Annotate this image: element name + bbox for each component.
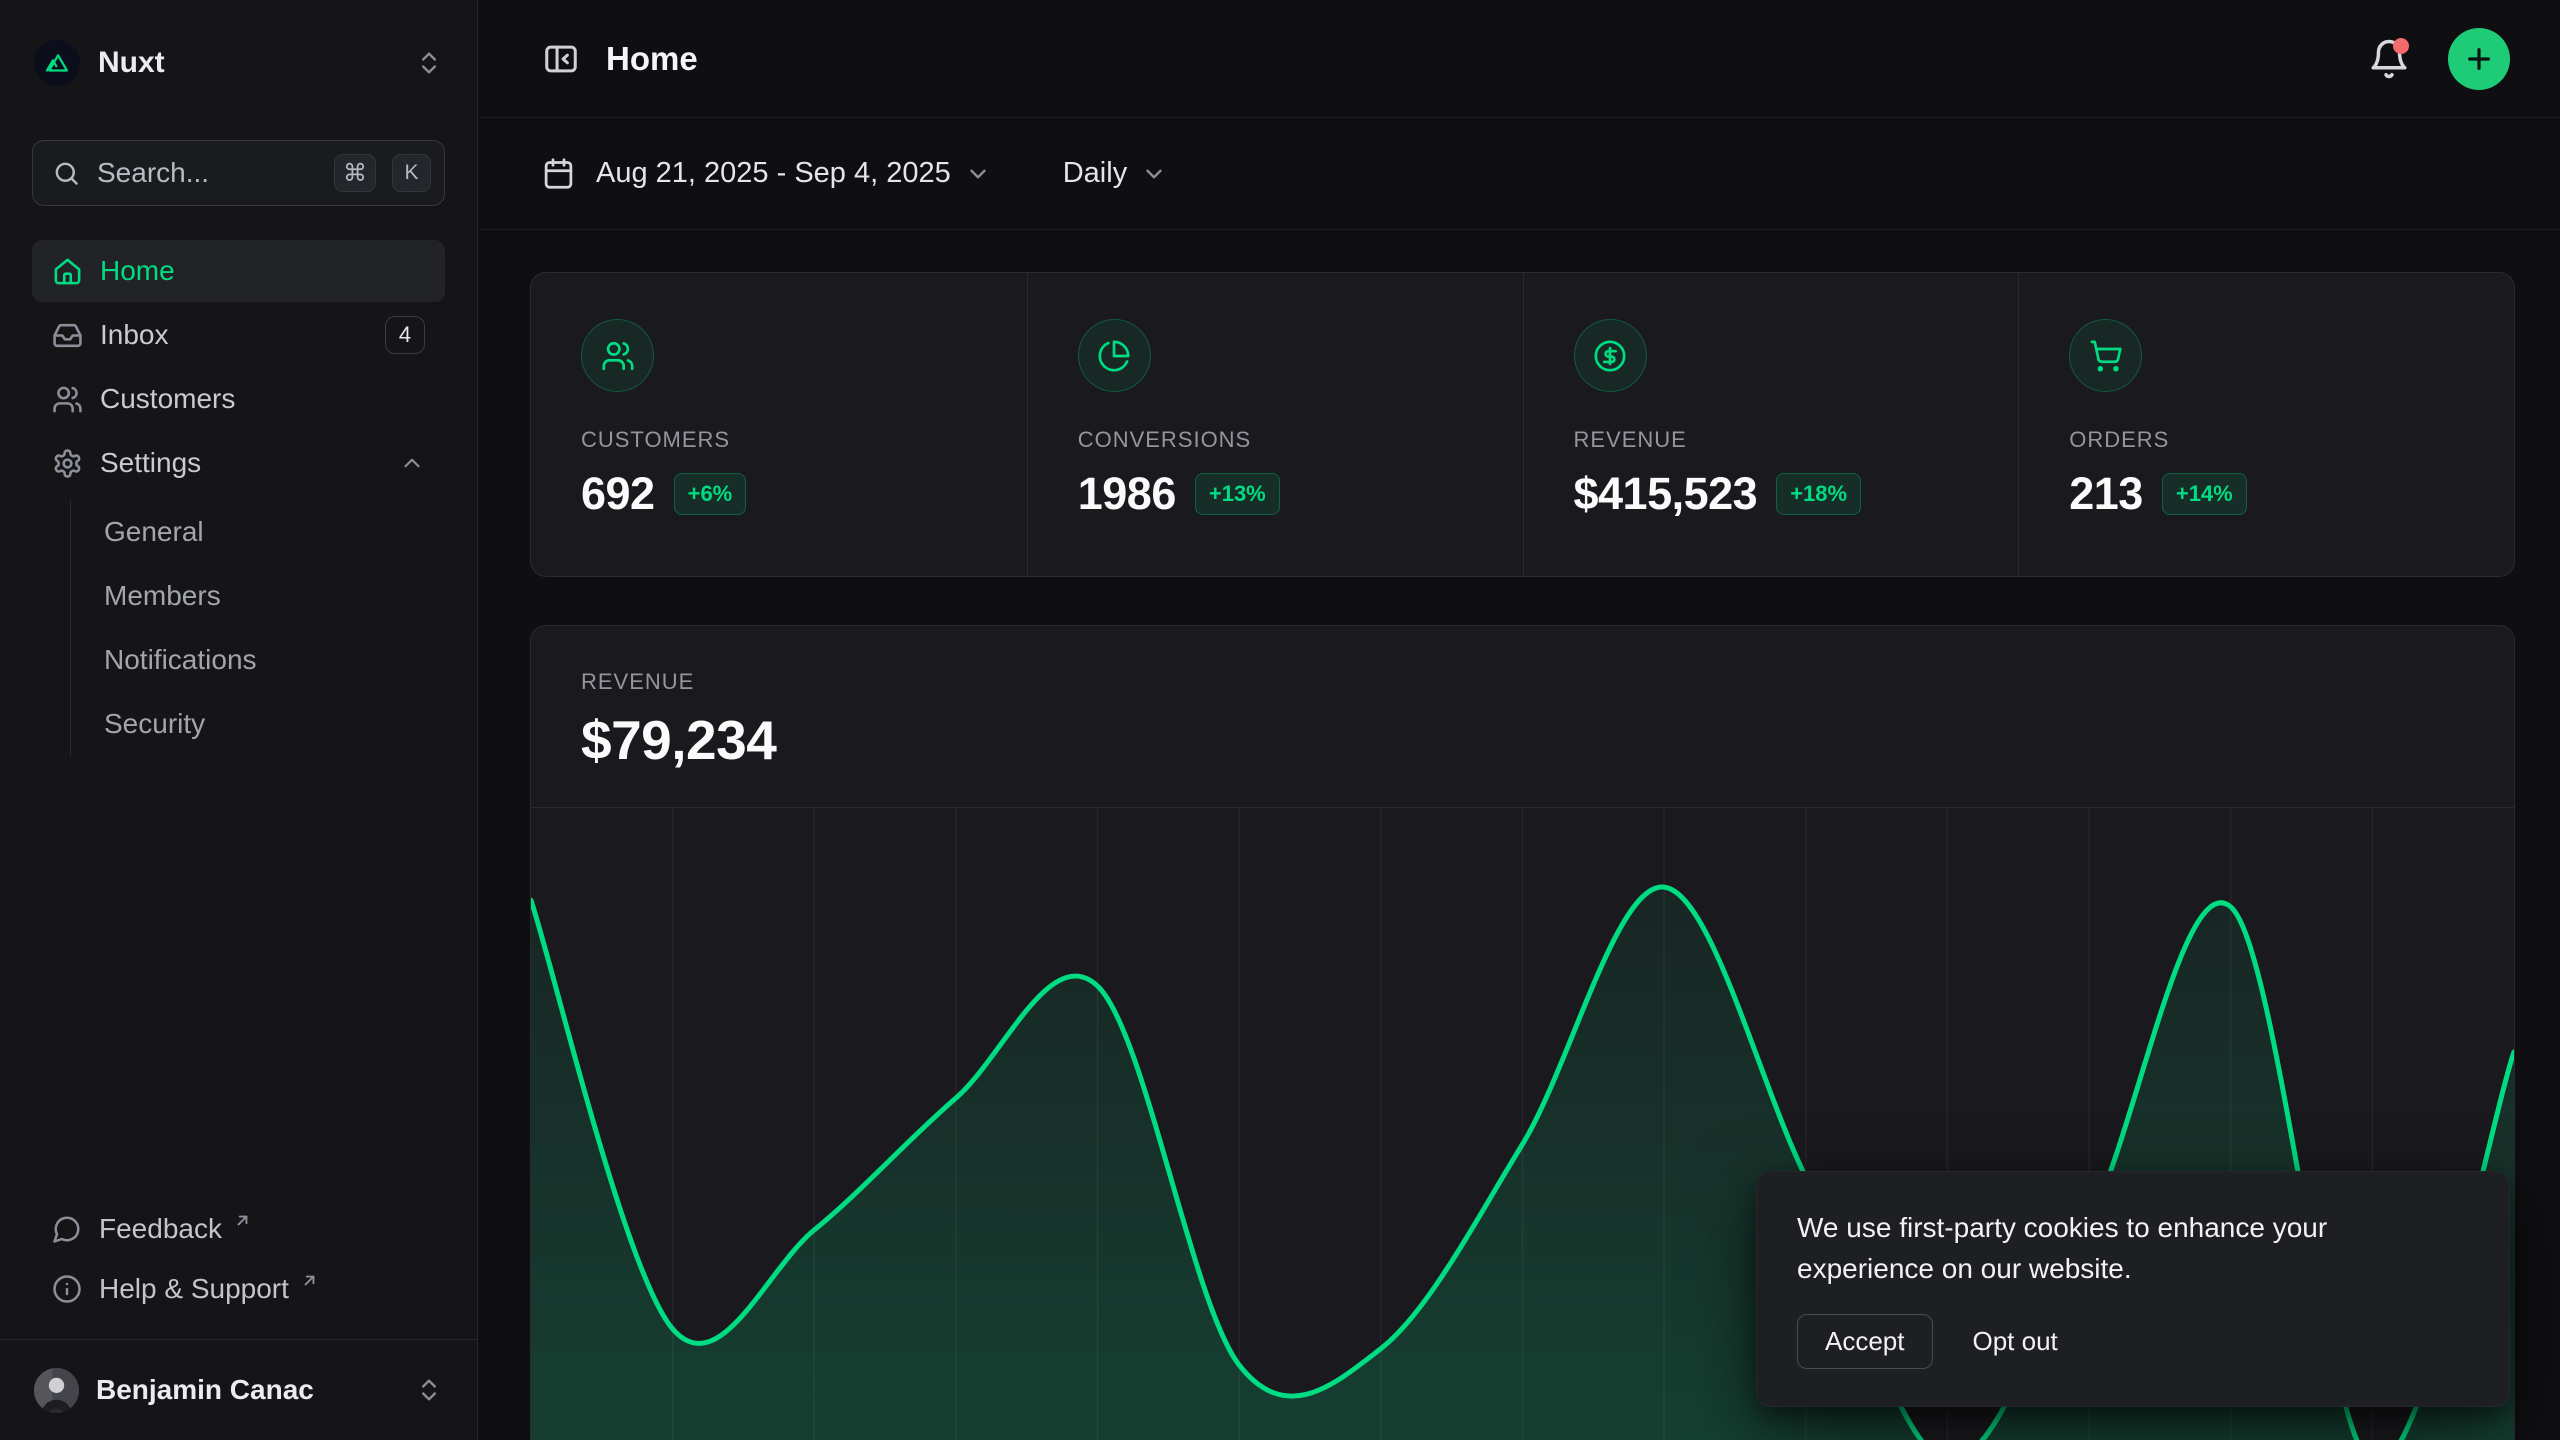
notification-dot	[2393, 38, 2409, 54]
topbar: Home	[478, 0, 2560, 118]
inbox-icon	[52, 320, 83, 351]
sidebar-item-security[interactable]: Security	[104, 692, 445, 756]
stat-label: CONVERSIONS	[1078, 427, 1523, 453]
subnav-label: General	[104, 516, 204, 548]
subnav-label: Notifications	[104, 644, 257, 676]
page-title: Home	[606, 40, 698, 78]
sidebar-item-members[interactable]: Members	[104, 564, 445, 628]
accept-button[interactable]: Accept	[1797, 1314, 1933, 1369]
search-placeholder: Search...	[97, 157, 318, 189]
sidebar: Nuxt Search... ⌘ K Home Inbox 4	[0, 0, 478, 1440]
search-icon	[52, 159, 81, 188]
stat-label: REVENUE	[1574, 427, 2019, 453]
sidebar-item-label: Customers	[100, 383, 425, 415]
sidebar-item-home[interactable]: Home	[32, 240, 445, 302]
stat-value: $415,523	[1574, 468, 1758, 520]
notifications-button[interactable]	[2368, 38, 2410, 80]
external-link-arrow-icon	[300, 1271, 319, 1290]
footer-link-label: Help & Support	[99, 1273, 289, 1305]
sidebar-item-customers[interactable]: Customers	[32, 368, 445, 430]
kbd-k: K	[392, 154, 431, 192]
team-switcher[interactable]: Nuxt	[32, 30, 445, 96]
external-link-arrow-icon	[233, 1211, 252, 1230]
sidebar-item-inbox[interactable]: Inbox 4	[32, 304, 445, 366]
stat-delta-badge: +6%	[674, 473, 747, 515]
team-name: Nuxt	[98, 46, 397, 80]
stat-delta-badge: +14%	[2162, 473, 2247, 515]
sidebar-item-label: Inbox	[100, 319, 368, 351]
stats-row: CUSTOMERS 692 +6% CONVERSIONS 1986 +13%	[530, 272, 2515, 577]
date-range-picker[interactable]: Aug 21, 2025 - Sep 4, 2025	[542, 157, 991, 190]
search-input[interactable]: Search... ⌘ K	[32, 140, 445, 206]
sidebar-item-settings[interactable]: Settings	[32, 432, 445, 494]
stat-label: ORDERS	[2069, 427, 2514, 453]
settings-subnav: General Members Notifications Security	[70, 500, 445, 756]
chevrons-up-down-icon	[415, 49, 443, 77]
footer-link-label: Feedback	[99, 1213, 222, 1245]
feedback-link[interactable]: Feedback	[32, 1199, 445, 1259]
chevron-down-icon	[1141, 161, 1167, 187]
users-icon	[52, 384, 83, 415]
gear-icon	[52, 448, 83, 479]
stat-orders[interactable]: ORDERS 213 +14%	[2018, 273, 2514, 576]
opt-out-button[interactable]: Opt out	[1973, 1315, 2058, 1368]
info-circle-icon	[52, 1274, 82, 1304]
cookie-banner: We use first-party cookies to enhance yo…	[1756, 1171, 2510, 1407]
stat-revenue[interactable]: REVENUE $415,523 +18%	[1523, 273, 2019, 576]
pie-chart-icon	[1078, 319, 1151, 392]
subnav-label: Members	[104, 580, 221, 612]
revenue-panel-value: $79,234	[581, 708, 2514, 772]
stat-delta-badge: +18%	[1776, 473, 1861, 515]
stat-conversions[interactable]: CONVERSIONS 1986 +13%	[1027, 273, 1523, 576]
help-support-link[interactable]: Help & Support	[32, 1259, 445, 1319]
user-name: Benjamin Canac	[96, 1374, 398, 1406]
stat-value: 213	[2069, 468, 2143, 520]
sidebar-item-label: Home	[100, 255, 425, 287]
shopping-cart-icon	[2069, 319, 2142, 392]
chevron-up-icon	[399, 450, 425, 476]
stat-label: CUSTOMERS	[581, 427, 1027, 453]
stat-value: 692	[581, 468, 655, 520]
sidebar-nav: Home Inbox 4 Customers Settings G	[32, 240, 445, 756]
sidebar-item-label: Settings	[100, 447, 382, 479]
sidebar-item-notifications[interactable]: Notifications	[104, 628, 445, 692]
cookie-message: We use first-party cookies to enhance yo…	[1797, 1207, 2412, 1289]
dollar-circle-icon	[1574, 319, 1647, 392]
stat-customers[interactable]: CUSTOMERS 692 +6%	[531, 273, 1027, 576]
filters-toolbar: Aug 21, 2025 - Sep 4, 2025 Daily	[478, 118, 2560, 230]
avatar	[34, 1368, 79, 1413]
users-icon	[581, 319, 654, 392]
chevrons-up-down-icon	[415, 1376, 443, 1404]
user-menu[interactable]: Benjamin Canac	[0, 1339, 477, 1440]
sidebar-collapse-button[interactable]	[542, 40, 580, 78]
chevron-down-icon	[965, 161, 991, 187]
date-range-label: Aug 21, 2025 - Sep 4, 2025	[596, 157, 951, 190]
nuxt-logo-icon	[34, 40, 80, 86]
home-icon	[52, 256, 83, 287]
message-circle-icon	[52, 1214, 82, 1244]
sidebar-footer: Feedback Help & Support	[32, 1199, 445, 1319]
revenue-panel-label: REVENUE	[581, 669, 2514, 695]
stat-value: 1986	[1078, 468, 1176, 520]
inbox-count-badge: 4	[385, 316, 425, 354]
granularity-select[interactable]: Daily	[1063, 157, 1167, 190]
subnav-label: Security	[104, 708, 205, 740]
sidebar-item-general[interactable]: General	[104, 500, 445, 564]
stat-delta-badge: +13%	[1195, 473, 1280, 515]
add-button[interactable]	[2448, 28, 2510, 90]
calendar-icon	[542, 157, 575, 190]
panel-collapse-icon	[542, 40, 580, 78]
kbd-meta: ⌘	[334, 154, 376, 192]
granularity-label: Daily	[1063, 157, 1127, 190]
plus-icon	[2463, 43, 2495, 75]
